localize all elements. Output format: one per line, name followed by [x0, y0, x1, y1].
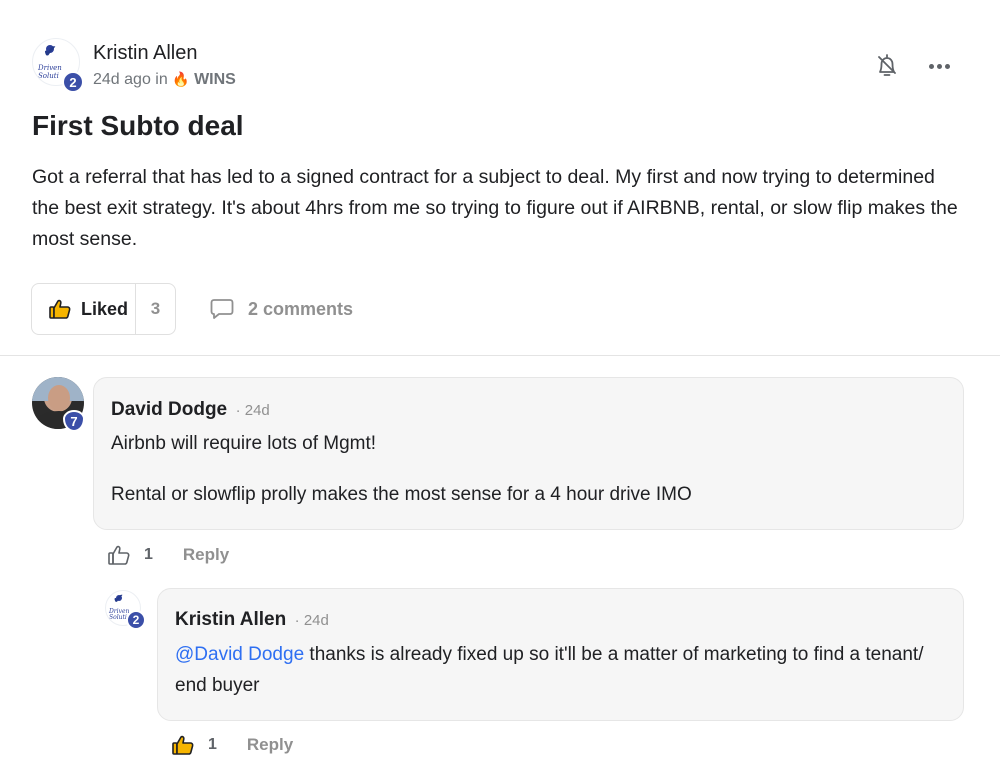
comment-like-count: 1: [144, 546, 153, 563]
checkmark-icon: ✔: [43, 42, 58, 62]
comments-count-label: 2 comments: [248, 298, 354, 319]
comment-text: Rental or slowflip prolly makes the most…: [111, 484, 692, 505]
comment-author-name[interactable]: David Dodge: [111, 399, 227, 420]
post-time: 24d ago in: [93, 71, 168, 88]
level-badge: 2: [126, 610, 146, 630]
comment-actions: 1 Reply: [172, 735, 293, 755]
post-body: Got a referral that has led to a signed …: [32, 166, 958, 250]
post-title: First Subto deal: [32, 110, 244, 141]
comment-actions: 1 Reply: [108, 545, 229, 565]
like-label: Liked: [81, 298, 129, 319]
comment-bubble: Kristin Allen · 24d @David Dodge thanks …: [157, 588, 964, 721]
checkmark-icon: ✔: [113, 592, 124, 607]
post-author-name[interactable]: Kristin Allen: [93, 42, 198, 65]
comment-text: @David Dodge thanks is already fixed up …: [175, 639, 945, 701]
comment-header: Kristin Allen · 24d: [175, 609, 329, 631]
like-count[interactable]: 3: [136, 299, 175, 319]
comment-icon: [210, 299, 234, 319]
divider: [0, 355, 1000, 356]
reply-author-avatar[interactable]: ✔ Driven Soluti 2: [105, 590, 146, 630]
comment-text: Airbnb will require lots of Mgmt!: [111, 433, 377, 454]
post-header: ✔ Driven Soluti 2 Kristin Allen 24d ago …: [32, 38, 972, 94]
post-meta: 24d ago in 🔥 WINS: [93, 71, 236, 89]
comments-link[interactable]: 2 comments: [210, 298, 353, 320]
thumbs-up-icon: [49, 299, 71, 319]
like-control: Liked 3: [31, 283, 176, 335]
mention-link[interactable]: @David Dodge: [175, 644, 304, 665]
comment-bubble: David Dodge · 24d Airbnb will require lo…: [93, 377, 964, 530]
author-avatar[interactable]: ✔ Driven Soluti 2: [32, 38, 84, 93]
like-button[interactable]: Liked: [32, 284, 136, 334]
fire-icon: 🔥: [172, 72, 190, 88]
level-badge: 2: [62, 71, 84, 93]
reply-button[interactable]: Reply: [247, 735, 293, 755]
comment-author-name[interactable]: Kristin Allen: [175, 609, 286, 630]
logo-text-line1: Driven: [38, 64, 62, 72]
logo-text-line2: Soluti: [38, 72, 59, 80]
category-link[interactable]: WINS: [194, 71, 236, 88]
reply-button[interactable]: Reply: [183, 545, 229, 565]
comment-header: David Dodge · 24d: [111, 399, 270, 421]
comment-like-count: 1: [208, 736, 217, 753]
thumbs-up-icon[interactable]: [108, 545, 130, 565]
thumbs-up-icon[interactable]: [172, 735, 194, 755]
more-options-button[interactable]: [924, 52, 954, 80]
bell-off-icon[interactable]: [874, 52, 900, 80]
comment-time: · 24d: [294, 612, 329, 629]
comment-time: · 24d: [235, 402, 270, 419]
